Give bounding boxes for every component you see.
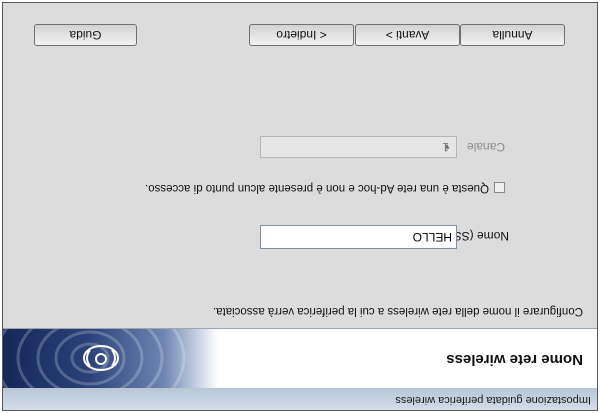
cancel-button[interactable]: Annulla: [460, 24, 565, 46]
back-button[interactable]: < Indietro: [249, 24, 354, 46]
adhoc-checkbox[interactable]: [494, 182, 505, 193]
header-banner: Nome rete wireless: [3, 328, 597, 388]
instruction-text: Configurare il nome della rete wireless …: [212, 305, 583, 317]
channel-value: 1: [442, 140, 449, 154]
wireless-signal-icon: [3, 329, 218, 388]
ssid-input[interactable]: [260, 225, 457, 249]
title-bar: Impostazione guidata periferica wireless: [3, 387, 597, 410]
channel-label: Canale: [466, 140, 505, 154]
page-title: Nome rete wireless: [446, 351, 583, 368]
adhoc-checkbox-label: Questa è una rete Ad-hoc e non è present…: [145, 182, 489, 194]
wizard-dialog: Impostazione guidata periferica wireless…: [0, 0, 600, 413]
next-button[interactable]: Avanti >: [355, 24, 460, 46]
channel-select[interactable]: ▼ 1: [260, 136, 457, 158]
dialog-body: Impostazione guidata periferica wireless…: [2, 2, 598, 411]
help-button[interactable]: Guida: [34, 24, 137, 46]
window-title: Impostazione guidata periferica wireless: [395, 394, 591, 406]
